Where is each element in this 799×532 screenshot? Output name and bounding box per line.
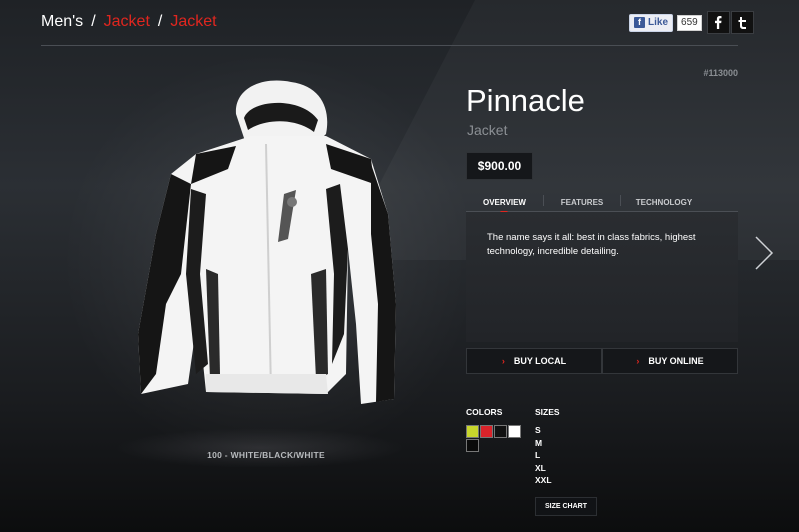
product-price: $900.00: [466, 152, 533, 180]
buy-bar: › BUY LOCAL › BUY ONLINE: [466, 348, 738, 374]
like-count: 659: [677, 14, 702, 31]
next-arrow-icon[interactable]: [754, 235, 774, 271]
header-divider: [41, 45, 738, 46]
tab-overview[interactable]: OVERVIEW: [466, 193, 543, 211]
twitter-icon: [738, 16, 746, 29]
color-swatch[interactable]: [480, 425, 493, 438]
overview-text: The name says it all: best in class fabr…: [487, 232, 696, 257]
color-swatch[interactable]: [494, 425, 507, 438]
sizes-label: SIZES: [535, 407, 560, 417]
product-title: Pinnacle: [466, 83, 585, 118]
social-share-bar: f Like 659: [629, 11, 754, 34]
breadcrumb-item-jacket-current[interactable]: Jacket: [170, 13, 216, 31]
buy-online-label: BUY ONLINE: [648, 356, 704, 366]
product-sku: #113000: [703, 68, 738, 78]
buy-local-button[interactable]: › BUY LOCAL: [466, 348, 602, 374]
size-option[interactable]: XL: [535, 463, 552, 476]
selected-color-name: 100 - WHITE/BLACK/WHITE: [207, 450, 325, 460]
color-swatch[interactable]: [466, 439, 479, 452]
breadcrumb-root[interactable]: Men's: [41, 13, 83, 31]
facebook-thumb-icon: f: [634, 17, 645, 28]
color-swatch[interactable]: [466, 425, 479, 438]
facebook-icon: [715, 16, 722, 29]
breadcrumb-separator: /: [157, 13, 163, 30]
twitter-share-button[interactable]: [730, 11, 754, 34]
product-category: Jacket: [467, 122, 508, 138]
tab-panel-overview: The name says it all: best in class fabr…: [466, 212, 738, 342]
like-label: Like: [648, 17, 669, 28]
colors-label: COLORS: [466, 407, 503, 417]
size-option[interactable]: L: [535, 450, 552, 463]
product-image-jacket[interactable]: [126, 74, 401, 422]
size-option[interactable]: XXL: [535, 475, 552, 488]
facebook-share-button[interactable]: [706, 11, 730, 34]
size-list: S M L XL XXL: [535, 425, 552, 488]
product-tabs: OVERVIEW FEATURES TECHNOLOGY: [466, 193, 738, 212]
size-option[interactable]: M: [535, 438, 552, 451]
breadcrumb: Men's / Jacket / Jacket: [41, 13, 217, 31]
chevron-right-icon: ›: [501, 356, 505, 366]
facebook-like-button[interactable]: f Like: [629, 13, 674, 32]
color-swatches: [466, 425, 522, 453]
buy-online-button[interactable]: › BUY ONLINE: [602, 348, 738, 374]
product-floor-shadow: [115, 428, 405, 468]
buy-local-label: BUY LOCAL: [513, 356, 567, 366]
tab-features[interactable]: FEATURES: [544, 193, 620, 211]
facebook-like-widget[interactable]: f Like 659: [629, 13, 702, 33]
size-chart-button[interactable]: SIZE CHART: [535, 497, 597, 516]
size-option[interactable]: S: [535, 425, 552, 438]
color-swatch[interactable]: [508, 425, 521, 438]
breadcrumb-separator: /: [91, 13, 96, 30]
tab-technology[interactable]: TECHNOLOGY: [621, 193, 707, 211]
chevron-right-icon: ›: [636, 356, 640, 366]
breadcrumb-item-jacket[interactable]: Jacket: [104, 13, 150, 31]
